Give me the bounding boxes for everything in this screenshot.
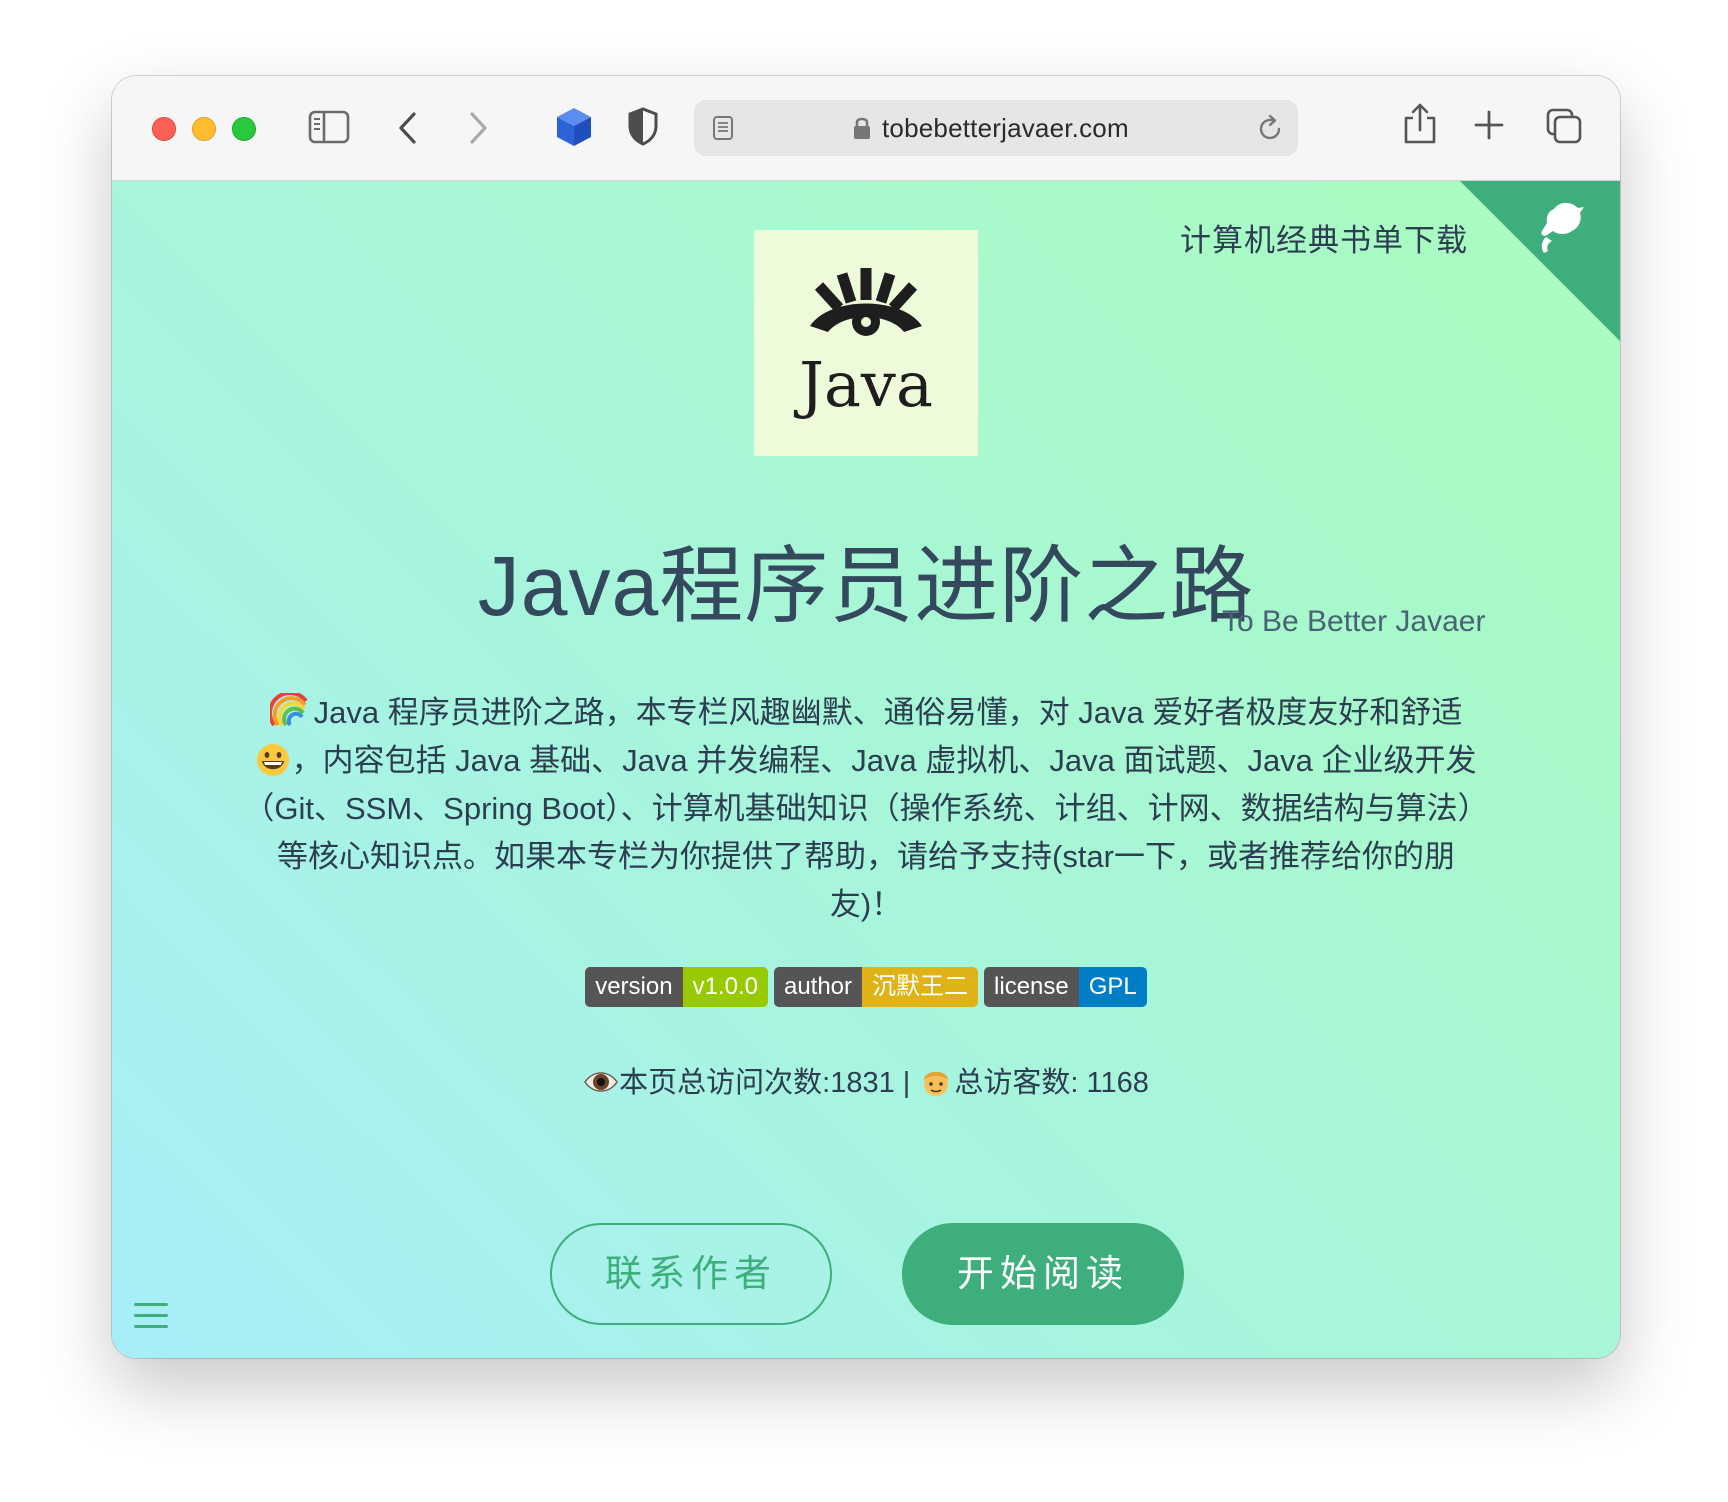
shield-icon[interactable] bbox=[626, 106, 660, 146]
minimize-window-button[interactable] bbox=[192, 117, 216, 141]
visitors: 总访客数: 1168 bbox=[954, 1067, 1149, 1099]
description-line: 友)！ bbox=[829, 887, 903, 922]
sidebar-icon[interactable] bbox=[308, 110, 350, 144]
reload-icon[interactable] bbox=[1258, 114, 1284, 142]
logo-text: Java bbox=[799, 348, 933, 421]
new-tab-icon[interactable] bbox=[1474, 110, 1504, 140]
badge-key: author bbox=[773, 967, 863, 1007]
menu-line bbox=[134, 1325, 168, 1328]
page-views: 本页总访问次数:1831 | bbox=[619, 1067, 911, 1099]
description: Java 程序员进阶之路，本专栏风趣幽默、通俗易懂，对 Java 爱好者极度友好… bbox=[232, 689, 1500, 929]
browser-window: tobebetterjavaer.com 计算机经典书单下载 Java Java… bbox=[112, 76, 1620, 1358]
browser-toolbar: tobebetterjavaer.com bbox=[112, 76, 1620, 181]
extension-cube-icon[interactable] bbox=[554, 106, 594, 148]
menu-line bbox=[134, 1303, 168, 1306]
tabs-overview-icon[interactable] bbox=[1546, 108, 1582, 144]
eye-logo-icon bbox=[810, 268, 922, 336]
badge-value: v1.0.0 bbox=[682, 967, 768, 1007]
site-logo: Java bbox=[754, 230, 978, 456]
zoom-window-button[interactable] bbox=[232, 117, 256, 141]
close-window-button[interactable] bbox=[152, 117, 176, 141]
grinning-emoji-icon bbox=[257, 744, 290, 776]
address-bar[interactable]: tobebetterjavaer.com bbox=[694, 100, 1298, 156]
description-line: Java 程序员进阶之路，本专栏风趣幽默、通俗易懂，对 Java 爱好者极度友好… bbox=[232, 689, 1500, 737]
description-line: （Git、SSM、Spring Boot）、计算机基础知识（操作系统、计组、计网… bbox=[243, 791, 1489, 826]
page-content: 计算机经典书单下载 Java Java程序员进阶之路 To Be Better … bbox=[112, 181, 1620, 1358]
badge-row: version v1.0.0 author 沉默王二 license GPL bbox=[112, 967, 1620, 1007]
rainbow-emoji-icon bbox=[269, 693, 308, 727]
url-text: tobebetterjavaer.com bbox=[882, 113, 1129, 143]
visit-stats: 本页总访问次数:1831 | 总访客数: 1168 bbox=[112, 1059, 1620, 1101]
start-reading-button[interactable]: 开始阅读 bbox=[902, 1223, 1184, 1325]
github-corner-icon[interactable] bbox=[1460, 181, 1620, 341]
page-subtitle: To Be Better Javaer bbox=[1222, 605, 1486, 638]
badge-value: 沉默王二 bbox=[862, 967, 979, 1007]
lock-icon bbox=[852, 115, 872, 141]
description-text: Java 程序员进阶之路，本专栏风趣幽默、通俗易懂，对 Java 爱好者极度友好… bbox=[313, 695, 1463, 730]
contact-author-button[interactable]: 联系作者 bbox=[550, 1223, 832, 1325]
badge-key: license bbox=[984, 967, 1079, 1007]
description-line: 等核心知识点。如果本专栏为你提供了帮助，请给予支持(star一下，或者推荐给你的… bbox=[277, 839, 1455, 874]
author-badge[interactable]: author 沉默王二 bbox=[773, 967, 979, 1007]
eye-emoji-icon bbox=[584, 1072, 619, 1092]
back-icon[interactable] bbox=[396, 110, 420, 146]
version-badge[interactable]: version v1.0.0 bbox=[585, 967, 768, 1007]
badge-key: version bbox=[585, 967, 683, 1007]
description-text: ，内容包括 Java 基础、Java 并发编程、Java 虚拟机、Java 面试… bbox=[291, 743, 1477, 778]
reader-icon[interactable] bbox=[712, 115, 734, 141]
menu-line bbox=[134, 1314, 168, 1317]
forward-icon[interactable] bbox=[466, 110, 490, 146]
menu-icon[interactable] bbox=[134, 1301, 168, 1331]
person-emoji-icon bbox=[924, 1071, 949, 1096]
share-icon[interactable] bbox=[1402, 102, 1438, 146]
description-line: ，内容包括 Java 基础、Java 并发编程、Java 虚拟机、Java 面试… bbox=[232, 737, 1500, 785]
book-list-link[interactable]: 计算机经典书单下载 bbox=[1180, 215, 1468, 260]
badge-value: GPL bbox=[1078, 967, 1147, 1007]
license-badge[interactable]: license GPL bbox=[984, 967, 1147, 1007]
